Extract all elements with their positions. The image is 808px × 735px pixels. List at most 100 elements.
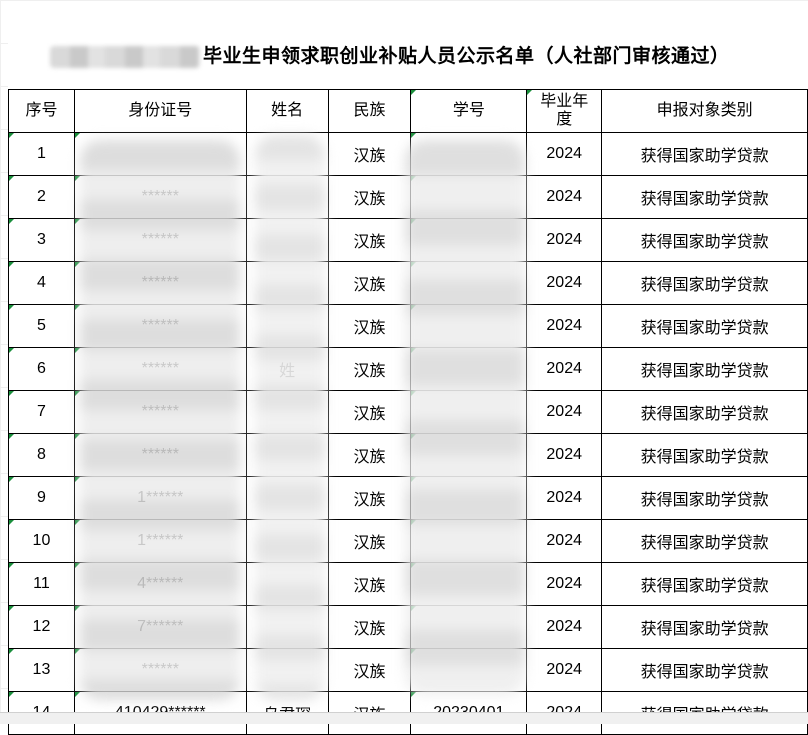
cell-id[interactable]: 7****** [73,605,247,649]
cell-student-no[interactable] [410,132,528,176]
header-cell-id[interactable]: 身份证号 [73,89,247,133]
cell-no[interactable]: 5 [8,304,75,348]
cell-student-no[interactable] [410,261,528,305]
cell-grad-year[interactable]: 2024 [526,648,603,692]
cell-nation[interactable]: 汉族 [327,390,412,434]
cell-category[interactable]: 获得国家助学贷款 [601,390,808,434]
cell-no[interactable]: 8 [8,433,75,477]
cell-nation[interactable]: 汉族 [327,347,412,391]
cell-grad-year[interactable]: 2024 [526,519,603,563]
cell-student-no[interactable] [410,175,528,219]
cell-grad-year[interactable]: 2024 [526,476,603,520]
cell-student-no[interactable] [410,433,528,477]
cell-student-no[interactable] [410,519,528,563]
cell-no[interactable]: 4 [8,261,75,305]
cell-no[interactable]: 3 [8,218,75,262]
cell-id[interactable] [73,132,247,176]
cell-id[interactable]: 4****** [73,562,247,606]
cell-name[interactable] [245,476,329,520]
cell-no[interactable]: 1 [8,132,75,176]
cell-grad-year[interactable]: 2024 [526,605,603,649]
cell-id[interactable]: ****** [73,175,247,219]
cell-no[interactable]: 10 [8,519,75,563]
header-cell-name[interactable]: 姓名 [245,89,329,133]
cell-student-no[interactable] [410,605,528,649]
cell-name[interactable] [245,132,329,176]
cell-grad-year[interactable]: 2024 [526,132,603,176]
cell-nation[interactable]: 汉族 [327,304,412,348]
cell-category[interactable]: 获得国家助学贷款 [601,218,808,262]
cell-student-no[interactable] [410,390,528,434]
header-cell-nation[interactable]: 民族 [327,89,412,133]
cell-nation[interactable]: 汉族 [327,519,412,563]
header-cell-category[interactable]: 申报对象类别 [601,89,808,133]
cell-name[interactable] [245,304,329,348]
cell-name[interactable] [245,562,329,606]
cell-nation[interactable]: 汉族 [327,605,412,649]
cell-category[interactable]: 获得国家助学贷款 [601,433,808,477]
cell-id[interactable]: ****** [73,648,247,692]
cell-category[interactable]: 获得国家助学贷款 [601,519,808,563]
cell-category[interactable]: 获得国家助学贷款 [601,132,808,176]
cell-student-no[interactable] [410,476,528,520]
header-cell-student-no[interactable]: 学号 [410,89,528,133]
cell-student-no[interactable] [410,648,528,692]
cell-no[interactable]: 11 [8,562,75,606]
cell-grad-year[interactable]: 2024 [526,562,603,606]
cell-id[interactable]: ****** [73,304,247,348]
cell-no[interactable]: 2 [8,175,75,219]
cell-nation[interactable]: 汉族 [327,476,412,520]
cell-nation[interactable]: 汉族 [327,175,412,219]
header-cell-no[interactable]: 序号 [8,89,75,133]
cell-name[interactable] [245,218,329,262]
cell-nation[interactable]: 汉族 [327,218,412,262]
cell-no[interactable]: 7 [8,390,75,434]
cell-grad-year[interactable]: 2024 [526,433,603,477]
cell-nation[interactable]: 汉族 [327,132,412,176]
cell-student-no[interactable] [410,304,528,348]
cell-no[interactable]: 13 [8,648,75,692]
cell-name[interactable] [245,519,329,563]
cell-student-no[interactable] [410,218,528,262]
cell-name[interactable] [245,648,329,692]
cell-no[interactable]: 9 [8,476,75,520]
cell-category[interactable]: 获得国家助学贷款 [601,648,808,692]
header-cell-grad-year[interactable]: 毕业年度 [526,89,603,133]
cell-category[interactable]: 获得国家助学贷款 [601,347,808,391]
sheet-tab-bar[interactable] [0,712,808,724]
cell-student-no[interactable] [410,562,528,606]
cell-name[interactable] [245,390,329,434]
cell-grad-year[interactable]: 2024 [526,304,603,348]
cell-grad-year[interactable]: 2024 [526,175,603,219]
cell-student-no[interactable] [410,347,528,391]
cell-id[interactable]: ****** [73,261,247,305]
cell-nation[interactable]: 汉族 [327,261,412,305]
cell-category[interactable]: 获得国家助学贷款 [601,261,808,305]
cell-id[interactable]: ****** [73,390,247,434]
cell-id[interactable]: ****** [73,218,247,262]
cell-id[interactable]: 1****** [73,519,247,563]
cell-no[interactable]: 6 [8,347,75,391]
cell-nation[interactable]: 汉族 [327,648,412,692]
cell-name[interactable] [245,261,329,305]
cell-name[interactable] [245,175,329,219]
cell-nation[interactable]: 汉族 [327,562,412,606]
cell-name[interactable]: 姓 [245,347,329,391]
cell-grad-year[interactable]: 2024 [526,218,603,262]
cell-nation[interactable]: 汉族 [327,433,412,477]
cell-category[interactable]: 获得国家助学贷款 [601,175,808,219]
cell-no[interactable]: 12 [8,605,75,649]
cell-category[interactable]: 获得国家助学贷款 [601,304,808,348]
cell-id[interactable]: 1****** [73,476,247,520]
cell-category[interactable]: 获得国家助学贷款 [601,605,808,649]
cell-category[interactable]: 获得国家助学贷款 [601,562,808,606]
cell-category[interactable]: 获得国家助学贷款 [601,476,808,520]
cell-grad-year[interactable]: 2024 [526,261,603,305]
cell-id[interactable]: ****** [73,433,247,477]
cell-id[interactable]: ****** [73,347,247,391]
cell-name[interactable] [245,433,329,477]
cell-grad-year[interactable]: 2024 [526,390,603,434]
title-merged-cell[interactable]: 毕业生申领求职创业补贴人员公示名单（人社部门审核通过） [8,8,808,88]
cell-grad-year[interactable]: 2024 [526,347,603,391]
cell-name[interactable] [245,605,329,649]
